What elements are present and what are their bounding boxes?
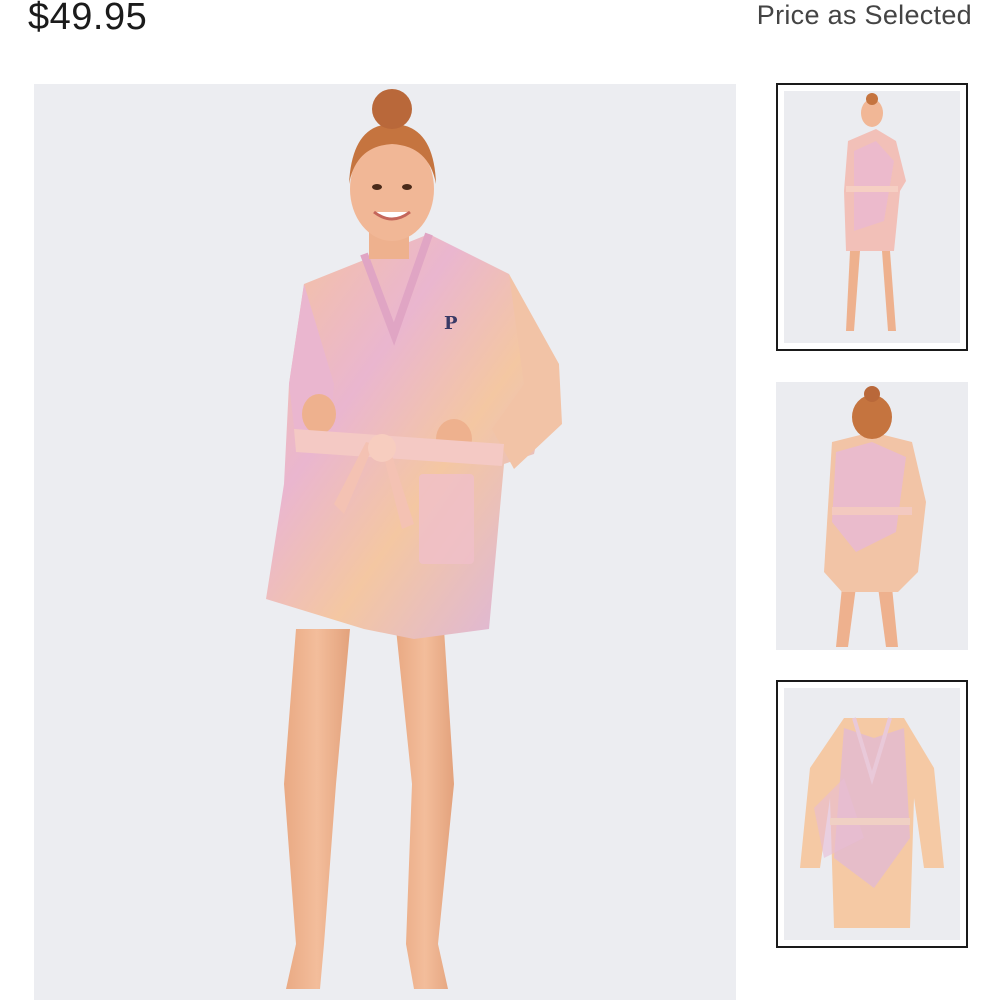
thumbnail-front-view[interactable] — [776, 83, 968, 351]
price-as-selected-label: Price as Selected — [756, 0, 972, 30]
thumbnail-front-image — [784, 91, 960, 343]
product-price: $49.95 — [28, 0, 148, 38]
thumbnail-flat-lay[interactable] — [776, 680, 968, 948]
svg-text:P: P — [444, 313, 458, 334]
model-robe-illustration: P — [34, 84, 736, 1000]
main-product-image[interactable]: P — [34, 84, 736, 1000]
thumbnail-back-image — [776, 382, 968, 650]
thumbnail-back-view[interactable] — [776, 382, 968, 650]
thumbnail-flat-lay-image — [784, 688, 960, 940]
